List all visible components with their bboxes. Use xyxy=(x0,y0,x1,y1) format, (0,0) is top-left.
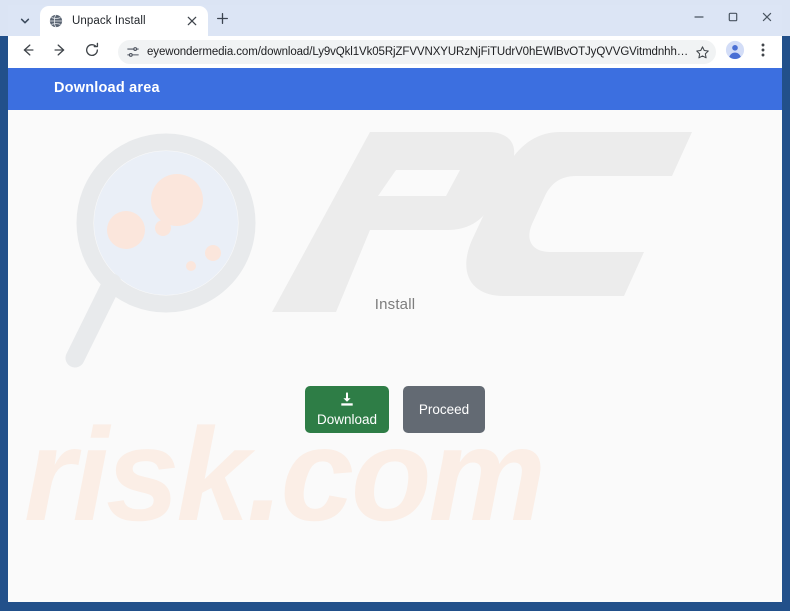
window-minimize-button[interactable] xyxy=(682,5,716,33)
reload-icon xyxy=(84,42,100,63)
page-viewport: Download area risk.com Install Download … xyxy=(8,68,782,602)
browser-toolbar: eyewondermedia.com/download/Ly9vQkl1Vk05… xyxy=(8,36,782,68)
profile-avatar-button[interactable] xyxy=(722,39,748,65)
address-bar[interactable]: eyewondermedia.com/download/Ly9vQkl1Vk05… xyxy=(118,40,716,64)
tab-strip: Unpack Install xyxy=(0,0,790,36)
close-icon xyxy=(761,10,773,28)
brand-watermark-top xyxy=(220,110,720,372)
plus-icon xyxy=(216,12,229,30)
window-maximize-button[interactable] xyxy=(716,5,750,33)
account-avatar-icon xyxy=(725,40,745,65)
tune-sliders-icon[interactable] xyxy=(124,43,142,61)
back-button[interactable] xyxy=(14,38,42,66)
tab-search-button[interactable] xyxy=(12,9,38,33)
browser-menu-button[interactable] xyxy=(750,39,776,65)
tab-title: Unpack Install xyxy=(72,15,146,27)
action-button-row: Download Proceed xyxy=(8,386,782,433)
arrow-left-icon xyxy=(20,42,36,63)
chevron-down-icon xyxy=(19,15,31,27)
proceed-button[interactable]: Proceed xyxy=(403,386,485,433)
maximize-icon xyxy=(727,10,739,28)
globe-icon xyxy=(48,13,64,29)
arrow-right-icon xyxy=(52,42,68,63)
reload-button[interactable] xyxy=(78,38,106,66)
download-button-label: Download xyxy=(316,412,378,427)
three-dots-vertical-icon xyxy=(755,42,771,63)
browser-window: Unpack Install eyewondermedia.com/downlo… xyxy=(0,0,790,611)
address-bar-url[interactable]: eyewondermedia.com/download/Ly9vQkl1Vk05… xyxy=(147,46,690,58)
minimize-icon xyxy=(693,10,705,28)
new-tab-button[interactable] xyxy=(211,10,233,32)
window-frame-left xyxy=(0,0,8,611)
window-close-button[interactable] xyxy=(750,5,784,33)
page-title: Download area xyxy=(54,80,160,96)
window-frame-right xyxy=(782,0,790,611)
download-button[interactable]: Download xyxy=(305,386,389,433)
install-label: Install xyxy=(374,296,416,313)
star-icon[interactable] xyxy=(692,42,712,62)
download-tray-icon xyxy=(339,392,355,411)
tab-close-icon[interactable] xyxy=(184,13,200,29)
magnifying-glass-watermark xyxy=(63,128,263,388)
page-header-bar: Download area xyxy=(8,68,782,110)
page-content: risk.com Install Download Proceed xyxy=(8,110,782,602)
browser-tab[interactable]: Unpack Install xyxy=(40,6,208,36)
window-frame-bottom xyxy=(0,602,790,611)
forward-button[interactable] xyxy=(46,38,74,66)
